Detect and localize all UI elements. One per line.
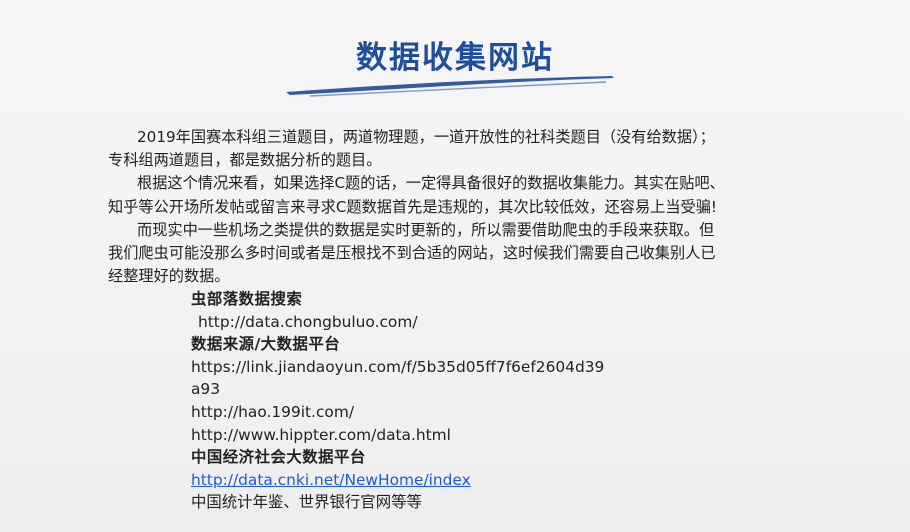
data-source-list: 虫部落数据搜索 http://data.chongbuluo.com/ 数据来源… (191, 288, 711, 514)
source-url-199it: http://hao.199it.com/ (191, 402, 355, 421)
source-heading-cnki: 中国经济社会大数据平台 (191, 448, 366, 467)
source-heading-chongbuluo: 虫部落数据搜索 (191, 290, 303, 308)
source-url-chongbuluo: http://data.chongbuluo.com/ (198, 312, 418, 331)
intro-paragraph-1-line-1: 2019年国赛本科组三道题目，两道物理题，一道开放性的社科类题目（没有给数据）； (137, 128, 715, 146)
intro-paragraph-1-line-2: 专科组两道题目，都是数据分析的题目。 (108, 151, 382, 170)
source-link-cnki-wrapper: http://data.cnki.net/NewHome/index (191, 469, 711, 492)
source-url-hippter: http://www.hippter.com/data.html (191, 425, 451, 444)
title-underline-swoosh (286, 76, 614, 97)
source-heading-bigdata-platform: 数据来源/大数据平台 (191, 335, 341, 354)
slide: 数据收集网站 2019年国赛本科组三道题目，两道物理题，一道开放性的社科类题目（… (0, 0, 910, 532)
source-link-cnki[interactable]: http://data.cnki.net/NewHome/index (191, 471, 471, 489)
intro-paragraph-2-line-2: 知乎等公开场所发帖或留言来寻求C题数据首先是违规的，其次比较低效，还容易上当受骗… (108, 197, 718, 216)
intro-paragraph-3-line-2: 我们爬虫可能没那么多时间或者是压根找不到合适的网站，这时候我们需要自己收集别人已 (108, 244, 716, 263)
source-url-jiandaoyun-line-2: a93 (191, 380, 221, 399)
source-note: 中国统计年鉴、世界银行官网等等 (191, 493, 422, 512)
intro-paragraph-2-line-1: 根据这个情况来看，如果选择C题的话，一定得具备很好的数据收集能力。其实在贴吧、 (137, 174, 725, 193)
intro-paragraph-3-line-1: 而现实中一些机场之类提供的数据是实时更新的，所以需要借助爬虫的手段来获取。但 (137, 220, 715, 239)
intro-paragraph-3-line-3: 经整理好的数据。 (108, 267, 230, 286)
intro-text: 2019年国赛本科组三道题目，两道物理题，一道开放性的社科类题目（没有给数据）；… (108, 126, 838, 288)
source-url-jiandaoyun-line-1: https://link.jiandaoyun.com/f/5b35d05ff7… (191, 357, 605, 376)
